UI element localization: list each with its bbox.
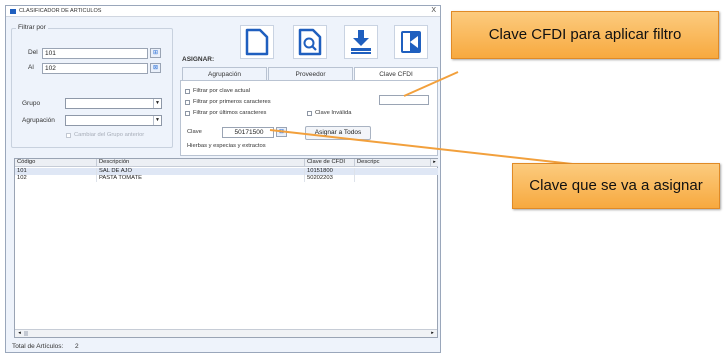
callout-top-connector [403, 71, 459, 97]
callout-bottom: Clave que se va a asignar [512, 163, 720, 209]
callout-top: Clave CFDI para aplicar filtro [451, 11, 719, 59]
